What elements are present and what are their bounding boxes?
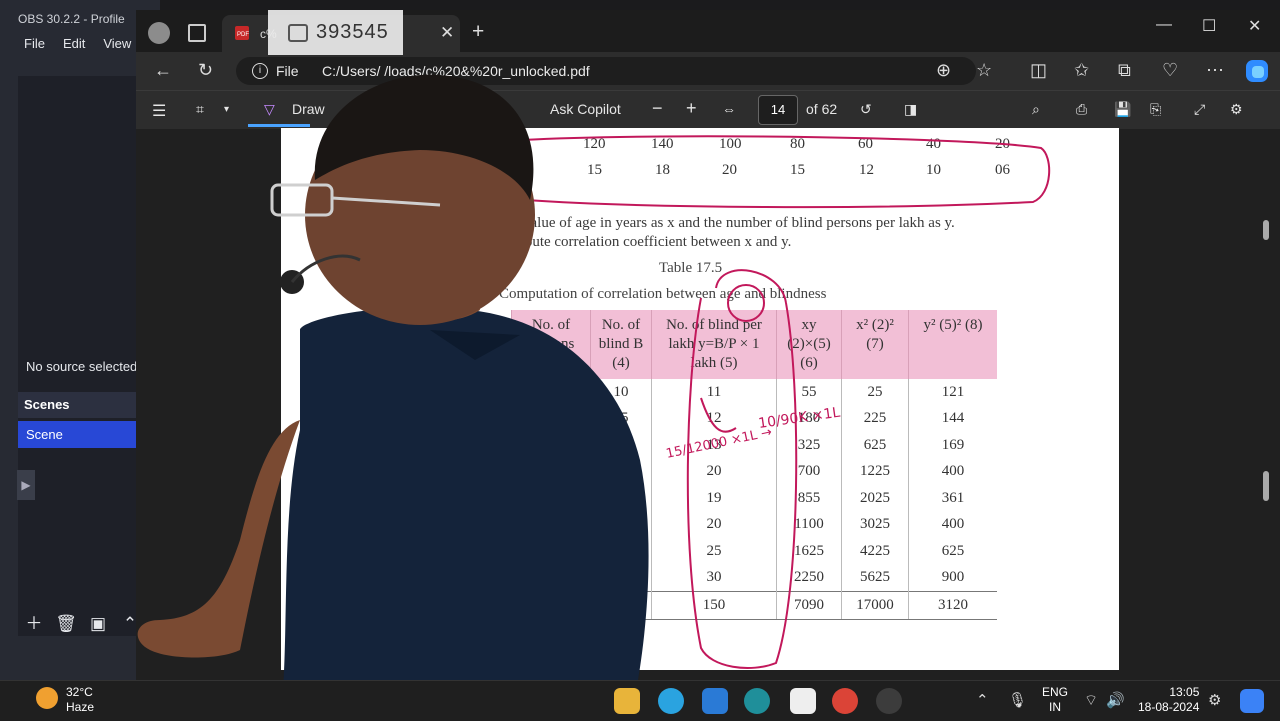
pdf-file-icon: PDF bbox=[235, 26, 249, 40]
obs-menu-file[interactable]: File bbox=[24, 36, 45, 51]
file-explorer-icon[interactable] bbox=[614, 688, 640, 714]
obs-scene-item[interactable]: Scene bbox=[18, 421, 136, 448]
new-tab-icon[interactable]: + bbox=[472, 20, 484, 44]
settings-gear-icon[interactable]: ⚙ bbox=[1230, 101, 1243, 118]
edge-icon[interactable] bbox=[744, 688, 770, 714]
clock[interactable]: 13:05 18-08-2024 bbox=[1138, 685, 1199, 715]
obs-scene-tools: ＋ 🗑 ▣ ⌃ bbox=[22, 612, 142, 636]
zoom-in-icon[interactable]: + bbox=[686, 98, 697, 119]
url-scheme: File bbox=[276, 63, 299, 79]
refresh-icon[interactable]: ↻ bbox=[198, 60, 213, 81]
info-icon[interactable]: i bbox=[252, 63, 268, 79]
draw-label[interactable]: Draw bbox=[292, 101, 325, 117]
clock-date: 18-08-2024 bbox=[1138, 700, 1200, 714]
obs-scenes-header: Scenes bbox=[18, 392, 138, 418]
close-icon[interactable]: ✕ bbox=[440, 23, 454, 43]
page-total: of 62 bbox=[806, 101, 838, 117]
counter-overlay: 393545 bbox=[268, 10, 403, 55]
save-icon[interactable]: 💾 bbox=[1114, 101, 1131, 118]
calculator-icon[interactable] bbox=[702, 688, 728, 714]
save-as-icon[interactable]: ⎘ bbox=[1150, 101, 1161, 118]
split-screen-icon[interactable]: ◫ bbox=[1030, 60, 1047, 81]
copilot-taskbar-icon[interactable] bbox=[1240, 689, 1264, 713]
chevron-down-icon[interactable]: ▾ bbox=[224, 104, 229, 115]
draw-icon[interactable]: ▽ bbox=[264, 101, 275, 118]
obs-preview-panel bbox=[18, 76, 148, 636]
obs-menubar: File Edit View bbox=[24, 36, 131, 51]
ink-annotations: 10/90K ×1L 15/12000 ×1L → bbox=[520, 135, 1051, 669]
close-window-icon[interactable]: ✕ bbox=[1248, 16, 1261, 36]
url-field[interactable]: i File C:/Users/ /loads/c%20&%20r_unlock… bbox=[236, 57, 976, 85]
profile-avatar[interactable] bbox=[148, 22, 170, 44]
telegram-icon[interactable] bbox=[658, 688, 684, 714]
minimize-icon[interactable]: — bbox=[1156, 16, 1172, 34]
page-number-input[interactable]: 14 bbox=[758, 95, 798, 125]
obs-title: OBS 30.2.2 - Profile bbox=[18, 12, 125, 26]
screen-share-icon bbox=[288, 24, 308, 42]
inkscape-icon[interactable] bbox=[790, 688, 816, 714]
obs-expand-arrow-icon[interactable]: ▶ bbox=[17, 470, 35, 500]
address-bar: ← ↻ i File C:/Users/ /loads/c%20&%20r_un… bbox=[136, 52, 1280, 90]
browser-essentials-icon[interactable]: ♡ bbox=[1162, 60, 1178, 81]
weather-sun-icon[interactable] bbox=[36, 687, 58, 709]
contents-icon[interactable]: ☰ bbox=[152, 101, 166, 121]
zoom-icon[interactable]: ⊕ bbox=[936, 60, 951, 81]
zoom-out-icon[interactable]: − bbox=[652, 98, 663, 119]
page-scrollbar[interactable] bbox=[1262, 215, 1270, 665]
obs-menu-edit[interactable]: Edit bbox=[63, 36, 85, 51]
fullscreen-icon[interactable]: ⤢ bbox=[1194, 101, 1205, 118]
temperature: 32°C bbox=[66, 685, 93, 699]
ask-copilot-button[interactable]: Ask Copilot bbox=[550, 101, 621, 117]
search-icon[interactable]: ⌕ bbox=[1032, 101, 1040, 118]
draw-active-indicator bbox=[248, 124, 310, 127]
favorite-star-icon[interactable]: ☆ bbox=[976, 60, 992, 81]
microphone-icon[interactable]: 🎙 bbox=[1008, 691, 1027, 709]
weather-condition: Haze bbox=[66, 700, 95, 714]
back-icon[interactable]: ← bbox=[154, 60, 172, 81]
rotate-icon[interactable]: ↺ bbox=[860, 101, 872, 118]
language-code: ENG bbox=[1042, 685, 1069, 699]
svg-text:PDF: PDF bbox=[237, 32, 249, 38]
obs-menu-view[interactable]: View bbox=[103, 36, 131, 51]
pdf-toolbar: ☰ ⌗ ▾ ▽ Draw Ask Copilot − + ⇔ 14 of 62 … bbox=[136, 90, 1280, 129]
copilot-icon[interactable] bbox=[1244, 58, 1270, 84]
maximize-icon[interactable]: ☐ bbox=[1202, 16, 1216, 36]
volume-icon[interactable]: 🔊 bbox=[1106, 691, 1125, 709]
url-path: C:/Users/ /loads/c%20&%20r_unlocked.pdf bbox=[322, 63, 590, 79]
region-code: IN bbox=[1049, 700, 1061, 714]
favorites-icon[interactable]: ✩ bbox=[1074, 60, 1089, 81]
language-indicator[interactable]: ENG IN bbox=[1042, 685, 1068, 715]
fit-page-icon[interactable]: ⇔ bbox=[722, 101, 736, 117]
add-icon[interactable]: ＋ bbox=[22, 612, 46, 636]
counter-value: 393545 bbox=[316, 21, 389, 43]
print-icon[interactable]: ⎙ bbox=[1076, 101, 1087, 118]
filter-icon[interactable]: ▣ bbox=[86, 612, 110, 636]
page-view-icon[interactable]: ◨ bbox=[904, 101, 917, 118]
chrome-icon[interactable] bbox=[832, 688, 858, 714]
chevron-up-icon[interactable]: ⌃ bbox=[976, 691, 989, 709]
wifi-icon[interactable]: ⌔ bbox=[1084, 691, 1098, 710]
highlight-icon[interactable]: ⌗ bbox=[196, 101, 204, 118]
trash-icon[interactable]: 🗑 bbox=[54, 612, 78, 636]
obs-no-source-label: No source selected bbox=[26, 359, 138, 374]
collections-icon[interactable]: ⧉ bbox=[1118, 60, 1131, 81]
more-menu-icon[interactable]: ⋯ bbox=[1206, 60, 1224, 81]
notification-icon[interactable]: ⚙ bbox=[1208, 691, 1221, 709]
taskbar: 32°C Haze ⌃ 🎙 ENG IN ⌔ 🔊 13:05 18-08-202… bbox=[0, 680, 1280, 721]
obs-icon[interactable] bbox=[876, 688, 902, 714]
weather-widget[interactable]: 32°C Haze bbox=[66, 685, 94, 715]
clock-time: 13:05 bbox=[1169, 685, 1200, 699]
tab-actions-icon[interactable] bbox=[188, 24, 206, 42]
pdf-page: 120 140 100 80 60 40 20 15 18 20 15 12 1… bbox=[281, 128, 1119, 670]
